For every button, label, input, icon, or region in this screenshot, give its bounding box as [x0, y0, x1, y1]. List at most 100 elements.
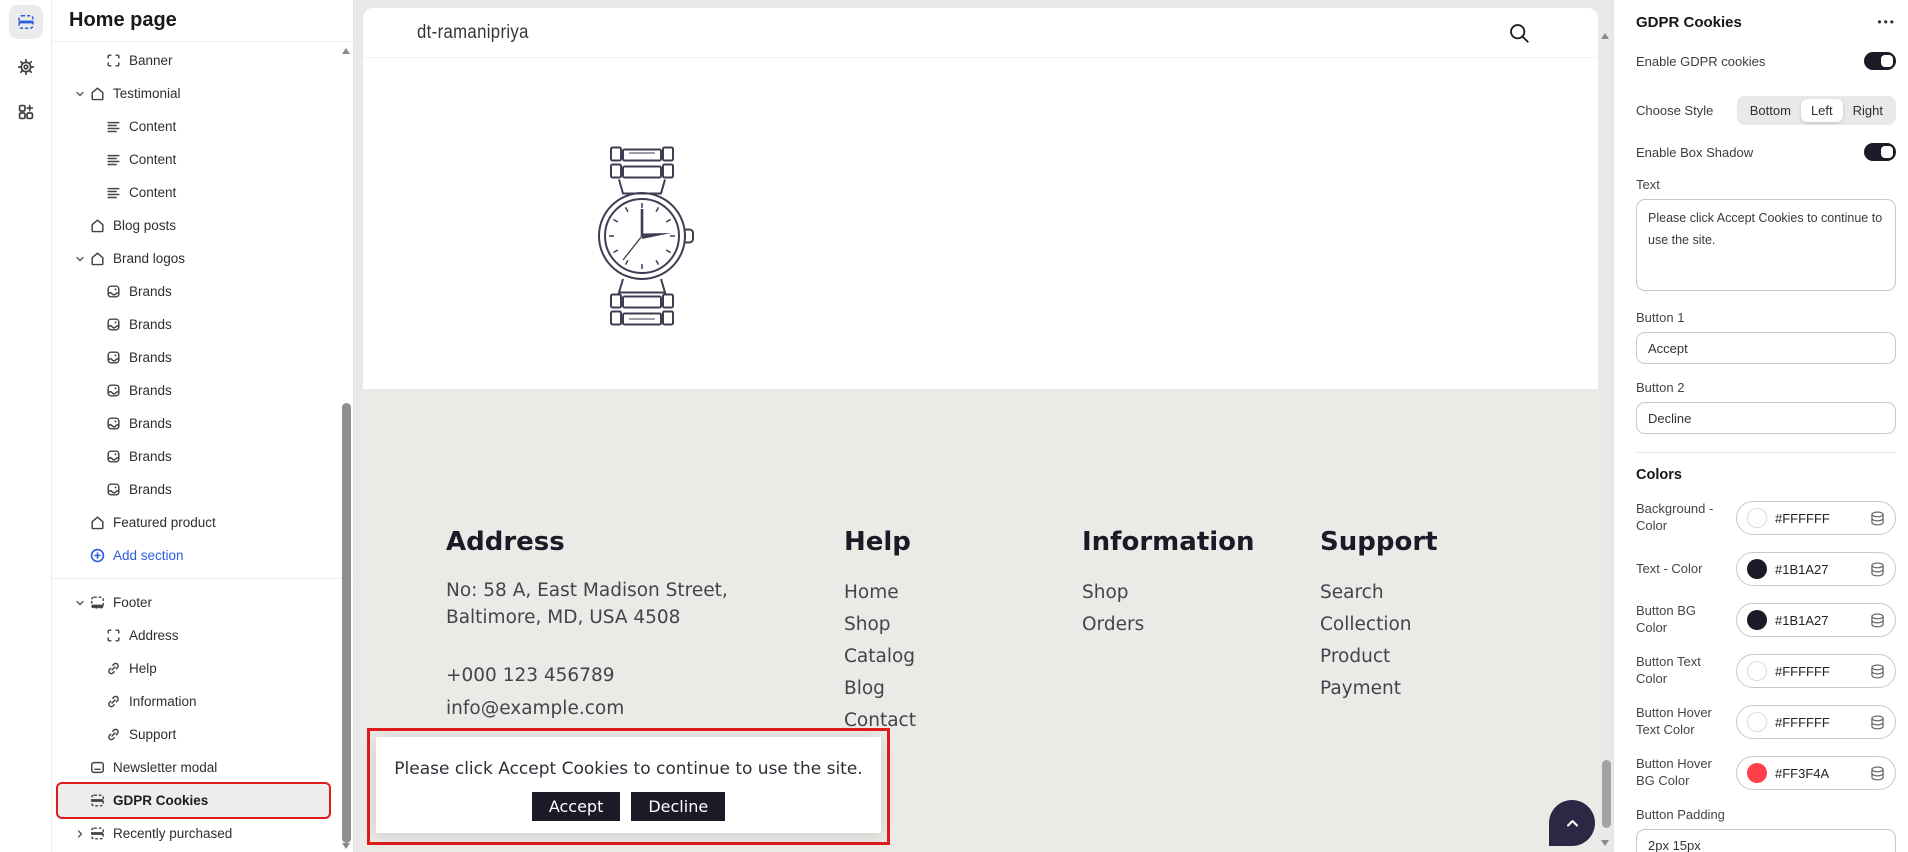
- color-swatch: [1747, 661, 1767, 681]
- sidebar-item-featured-product[interactable]: Featured product: [52, 506, 353, 539]
- gdpr-section-highlight: Please click Accept Cookies to continue …: [367, 728, 890, 845]
- dynamic-source-icon[interactable]: [1870, 613, 1885, 628]
- preview-scrollbar-down-arrow[interactable]: [1601, 840, 1609, 846]
- sidebar-item-brands[interactable]: Brands: [52, 473, 353, 506]
- footer-address-column: Address No: 58 A, East Madison Street, B…: [446, 527, 806, 725]
- sidebar-item-information[interactable]: Information: [52, 685, 353, 718]
- sidebar-item-address[interactable]: Address: [52, 619, 353, 652]
- dynamic-source-icon[interactable]: [1870, 766, 1885, 781]
- sidebar-item-help[interactable]: Help: [52, 652, 353, 685]
- footer-link[interactable]: Orders: [1082, 609, 1255, 641]
- button1-label: Button 1: [1636, 310, 1896, 325]
- sidebar-scrollbar-thumb[interactable]: [342, 403, 351, 843]
- tree-item-label: Footer: [113, 595, 152, 610]
- footer-phone[interactable]: +000 123 456789: [446, 659, 806, 692]
- sidebar-item-banner[interactable]: Banner: [52, 44, 353, 77]
- chevron-down-icon[interactable]: [71, 88, 89, 100]
- preview-scrollbar-up-arrow[interactable]: [1601, 33, 1609, 39]
- scroll-to-top-button[interactable]: [1549, 800, 1595, 846]
- sidebar-item-brands[interactable]: Brands: [52, 440, 353, 473]
- sidebar-item-content[interactable]: Content: [52, 143, 353, 176]
- tree-item-label: Brands: [129, 383, 172, 398]
- store-logo[interactable]: dt-ramanipriya: [417, 22, 529, 44]
- tree-item-label: Help: [129, 661, 157, 676]
- sidebar-item-content[interactable]: Content: [52, 110, 353, 143]
- tree-item-label: Address: [129, 628, 179, 643]
- color-label: Background - Color: [1636, 501, 1736, 535]
- preview-scrollbar-thumb[interactable]: [1602, 760, 1611, 828]
- footer-link[interactable]: Payment: [1320, 673, 1438, 705]
- footer-link[interactable]: Home: [844, 577, 916, 609]
- dynamic-source-icon[interactable]: [1870, 511, 1885, 526]
- sidebar-item-gdpr-cookies[interactable]: GDPR Cookies: [58, 784, 329, 817]
- button-hover-text-color-input[interactable]: #FFFFFF: [1736, 705, 1896, 739]
- sidebar-item-brands[interactable]: Brands: [52, 308, 353, 341]
- sidebar-item-testimonial[interactable]: Testimonial: [52, 77, 353, 110]
- sidebar-item-brands[interactable]: Brands: [52, 341, 353, 374]
- chevron-down-icon[interactable]: [71, 253, 89, 265]
- text-field-label: Text: [1636, 177, 1896, 192]
- footer-email[interactable]: info@example.com: [446, 692, 806, 725]
- sidebar-item-brands[interactable]: Brands: [52, 275, 353, 308]
- sections-panel-button[interactable]: [9, 5, 43, 39]
- text-color-input[interactable]: #1B1A27: [1736, 552, 1896, 586]
- box-shadow-toggle[interactable]: [1864, 143, 1896, 161]
- button-text-color-input[interactable]: #FFFFFF: [1736, 654, 1896, 688]
- button1-input[interactable]: [1636, 332, 1896, 364]
- color-hex-value: #FFFFFF: [1775, 664, 1830, 679]
- sidebar-item-newsletter-modal[interactable]: Newsletter modal: [52, 751, 353, 784]
- footer-link[interactable]: Collection: [1320, 609, 1438, 641]
- color-row-text: Text - Color #1B1A27: [1636, 552, 1896, 586]
- color-hex-value: #FFFFFF: [1775, 715, 1830, 730]
- footer-link[interactable]: Product: [1320, 641, 1438, 673]
- footer-link[interactable]: Shop: [844, 609, 916, 641]
- style-option-right[interactable]: Right: [1843, 99, 1893, 122]
- chevron-down-icon[interactable]: [71, 597, 89, 609]
- button-hover-bg-color-input[interactable]: #FF3F4A: [1736, 756, 1896, 790]
- theme-settings-button[interactable]: [9, 50, 43, 84]
- ellipsis-menu-icon[interactable]: •••: [1877, 15, 1896, 29]
- decline-cookies-button[interactable]: Decline: [631, 792, 725, 821]
- enable-gdpr-toggle[interactable]: [1864, 52, 1896, 70]
- style-option-bottom[interactable]: Bottom: [1740, 99, 1801, 122]
- sidebar-item-brand-logos[interactable]: Brand logos: [52, 242, 353, 275]
- button-padding-label: Button Padding: [1636, 807, 1896, 822]
- footer-link[interactable]: Search: [1320, 577, 1438, 609]
- sidebar-item-brands[interactable]: Brands: [52, 407, 353, 440]
- sidebar-item-support[interactable]: Support: [52, 718, 353, 751]
- enable-gdpr-label: Enable GDPR cookies: [1636, 54, 1765, 69]
- sidebar-item-recently-purchased[interactable]: Recently purchased: [52, 817, 353, 850]
- gdpr-cookie-banner: Please click Accept Cookies to continue …: [376, 737, 881, 833]
- footer-column-title: Help: [844, 527, 916, 557]
- chevron-right-icon[interactable]: [71, 828, 89, 840]
- footer-icon: [89, 594, 106, 611]
- dynamic-source-icon[interactable]: [1870, 664, 1885, 679]
- button-bg-color-input[interactable]: #1B1A27: [1736, 603, 1896, 637]
- footer-link[interactable]: Catalog: [844, 641, 916, 673]
- footer-link[interactable]: Blog: [844, 673, 916, 705]
- apps-panel-button[interactable]: [9, 95, 43, 129]
- tree-item-label: Information: [129, 694, 197, 709]
- style-option-left[interactable]: Left: [1801, 99, 1843, 122]
- sidebar-item-footer[interactable]: Footer: [52, 586, 353, 619]
- add-section-button[interactable]: Add section: [52, 539, 353, 572]
- button2-input[interactable]: [1636, 402, 1896, 434]
- footer-address-text: No: 58 A, East Madison Street, Baltimore…: [446, 577, 806, 631]
- tree-item-label: Testimonial: [113, 86, 181, 101]
- sidebar-item-content[interactable]: Content: [52, 176, 353, 209]
- cookie-text-input[interactable]: Please click Accept Cookies to continue …: [1636, 199, 1896, 291]
- sidebar-item-brands[interactable]: Brands: [52, 374, 353, 407]
- scrollbar-down-arrow[interactable]: [342, 843, 350, 849]
- button-padding-input[interactable]: [1636, 829, 1896, 852]
- footer-link[interactable]: Shop: [1082, 577, 1255, 609]
- search-button[interactable]: [1506, 20, 1532, 46]
- scrollbar-up-arrow[interactable]: [342, 48, 350, 54]
- accept-cookies-button[interactable]: Accept: [532, 792, 621, 821]
- dynamic-source-icon[interactable]: [1870, 562, 1885, 577]
- dynamic-source-icon[interactable]: [1870, 715, 1885, 730]
- background-color-input[interactable]: #FFFFFF: [1736, 501, 1896, 535]
- color-hex-value: #1B1A27: [1775, 613, 1829, 628]
- choose-style-label: Choose Style: [1636, 103, 1713, 118]
- image-icon: [105, 382, 122, 399]
- sidebar-item-blog-posts[interactable]: Blog posts: [52, 209, 353, 242]
